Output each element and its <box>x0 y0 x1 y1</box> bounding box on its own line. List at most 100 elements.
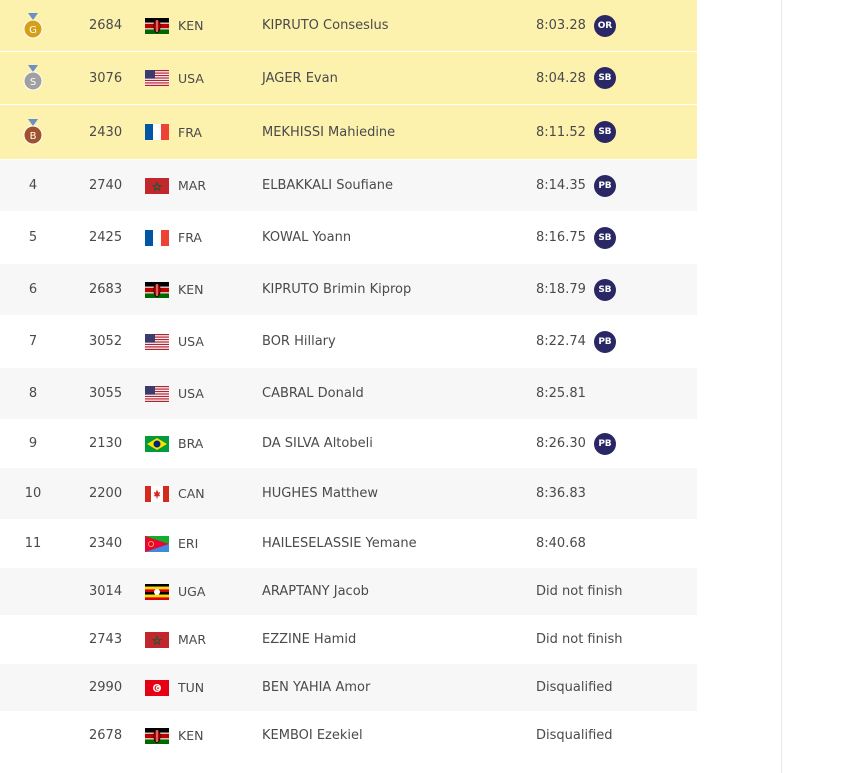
result-value: 8:14.35 <box>536 178 586 193</box>
country-code: MAR <box>178 178 207 193</box>
athlete-name[interactable]: BOR Hillary <box>262 316 336 367</box>
athlete-name[interactable]: HAILESELASSIE Yemane <box>262 520 417 567</box>
record-badge: PB <box>593 174 616 197</box>
result-cell: 8:36.83 <box>536 468 586 519</box>
rank-cell: 8 <box>0 368 66 419</box>
athlete-name[interactable]: CABRAL Donald <box>262 368 364 419</box>
bib-number: 2740 <box>89 178 123 193</box>
fra-flag-icon <box>145 212 169 263</box>
athlete-name[interactable]: ELBAKKALI Soufiane <box>262 160 393 211</box>
record-badge: OR <box>593 14 616 37</box>
rank: 5 <box>28 230 38 245</box>
table-row: 11 2340 ERI HAILESELASSIE Yemane 8:40.68 <box>0 520 697 568</box>
country-code: FRA <box>178 230 202 245</box>
record-badge: SB <box>593 278 616 301</box>
athlete-name[interactable]: ARAPTANY Jacob <box>262 568 369 615</box>
bib-number: 3055 <box>89 386 123 401</box>
rank-cell: G <box>0 0 66 51</box>
athlete-name[interactable]: KIPRUTO Conseslus <box>262 0 389 51</box>
medal-letter: B <box>30 131 37 142</box>
sidebar-divider <box>781 0 782 773</box>
rank-cell: 10 <box>0 468 66 519</box>
rank-cell: 6 <box>0 264 66 315</box>
athlete-name[interactable]: BEN YAHIA Amor <box>262 664 370 711</box>
rank-cell <box>0 616 66 663</box>
bib-number: 2130 <box>89 436 123 451</box>
result-value: 8:26.30 <box>536 436 586 451</box>
medal-icon: B <box>22 119 44 145</box>
result-cell: Did not finish <box>536 568 622 615</box>
results-table: G 2684 KEN KIPRUTO Conseslus 8:03.28 OR S 3076 U… <box>0 0 697 760</box>
result-value: 8:18.79 <box>536 282 586 297</box>
result-cell: 8:25.81 <box>536 368 586 419</box>
result-value: 8:04.28 <box>536 70 586 86</box>
result-value: Disqualified <box>536 680 613 695</box>
record-badge: SB <box>593 121 616 143</box>
rank-cell: 4 <box>0 160 66 211</box>
rank-cell <box>0 712 66 759</box>
result-cell: Disqualified <box>536 664 613 711</box>
country-code: BRA <box>178 436 204 451</box>
record-badge: PB <box>593 330 616 353</box>
bib-number: 2684 <box>89 18 123 33</box>
athlete-name[interactable]: KOWAL Yoann <box>262 212 351 263</box>
athlete-name[interactable]: EZZINE Hamid <box>262 616 356 663</box>
bib-number: 2683 <box>89 282 123 297</box>
athlete-name[interactable]: JAGER Evan <box>262 52 338 104</box>
result-cell: 8:16.75 SB <box>536 212 616 263</box>
athlete-name[interactable]: KIPRUTO Brimin Kiprop <box>262 264 411 315</box>
rank-cell: 9 <box>0 420 66 467</box>
result-cell: 8:11.52 SB <box>536 105 616 159</box>
table-row: 4 2740 MAR ELBAKKALI Soufiane 8:14.35 PB <box>0 160 697 212</box>
result-cell: 8:26.30 PB <box>536 420 616 467</box>
usa-flag-icon <box>145 52 169 104</box>
athlete-name[interactable]: DA SILVA Altobeli <box>262 420 373 467</box>
medal-icon: G <box>22 12 44 39</box>
bib-number: 3076 <box>89 70 123 86</box>
bib-number: 3052 <box>89 334 123 349</box>
athlete-name[interactable]: KEMBOI Ezekiel <box>262 712 363 759</box>
country-code: USA <box>178 334 204 349</box>
rank: 9 <box>28 436 38 451</box>
table-row: G 2684 KEN KIPRUTO Conseslus 8:03.28 OR <box>0 0 697 52</box>
rank-cell: 11 <box>0 520 66 567</box>
country-code: UGA <box>178 584 206 599</box>
country-code: USA <box>178 70 204 86</box>
record-badge: SB <box>593 226 616 249</box>
uga-flag-icon <box>145 568 169 615</box>
result-value: Did not finish <box>536 632 623 647</box>
bib-number: 2678 <box>89 728 123 743</box>
ken-flag-icon <box>145 712 169 759</box>
table-row: 2743 MAR EZZINE Hamid Did not finish <box>0 616 697 664</box>
bib-number: 2743 <box>89 632 123 647</box>
result-value: 8:03.28 <box>536 18 586 33</box>
medal-letter: S <box>30 77 36 88</box>
result-cell: 8:03.28 OR <box>536 0 616 51</box>
table-row: S 3076 USA JAGER Evan 8:04.28 SB <box>0 52 697 105</box>
bib-number: 2425 <box>89 230 123 245</box>
table-row: 5 2425 FRA KOWAL Yoann 8:16.75 SB <box>0 212 697 264</box>
tun-flag-icon <box>145 664 169 711</box>
country-code: FRA <box>178 124 202 140</box>
athlete-name[interactable]: HUGHES Matthew <box>262 468 378 519</box>
result-value: 8:40.68 <box>536 536 586 551</box>
result-cell: Did not finish <box>536 616 622 663</box>
country-code: CAN <box>178 486 205 501</box>
rank: 6 <box>28 282 38 297</box>
bib-number: 2340 <box>89 536 123 551</box>
table-row: 7 3052 USA BOR Hillary 8:22.74 PB <box>0 316 697 368</box>
medal-icon: S <box>22 65 44 91</box>
rank-cell: B <box>0 105 66 159</box>
ken-flag-icon <box>145 0 169 51</box>
rank-cell <box>0 568 66 615</box>
result-value: 8:22.74 <box>536 334 586 349</box>
usa-flag-icon <box>145 368 169 419</box>
country-code: KEN <box>178 728 204 743</box>
eri-flag-icon <box>145 520 169 567</box>
result-value: Did not finish <box>536 584 623 599</box>
athlete-name[interactable]: MEKHISSI Mahiedine <box>262 105 395 159</box>
usa-flag-icon <box>145 316 169 367</box>
rank-cell: 7 <box>0 316 66 367</box>
table-row: 8 3055 USA CABRAL Donald 8:25.81 <box>0 368 697 420</box>
mar-flag-icon <box>145 160 169 211</box>
